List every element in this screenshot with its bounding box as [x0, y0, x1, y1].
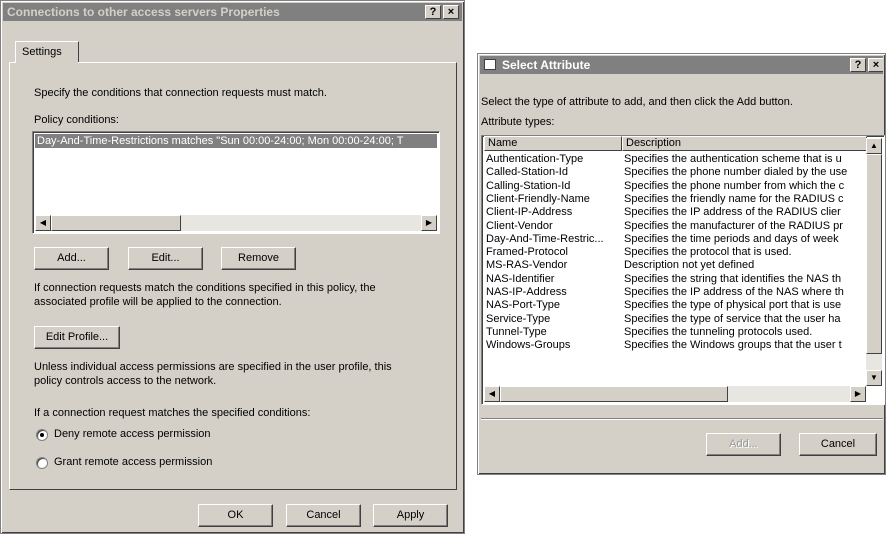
- attribute-hscroll[interactable]: ◀ ▶: [484, 386, 866, 402]
- separator: [481, 418, 883, 420]
- attribute-row[interactable]: Windows-Groups Specifies the Windows grou…: [484, 339, 864, 351]
- cancel-attribute-button[interactable]: Cancel: [799, 433, 877, 456]
- help-button[interactable]: ?: [850, 58, 866, 72]
- attribute-description: Specifies the Windows groups that the us…: [624, 339, 842, 352]
- attribute-description: Specifies the protocol that is used.: [624, 246, 792, 259]
- deny-label[interactable]: Deny remote access permission: [54, 428, 211, 440]
- add-attribute-button[interactable]: Add...: [706, 433, 781, 456]
- attribute-name: Client-Vendor: [486, 219, 553, 232]
- attribute-row[interactable]: NAS-Identifier Specifies the string that …: [484, 273, 864, 285]
- properties-title-bar[interactable]: Connections to other access servers Prop…: [3, 3, 462, 21]
- attribute-row[interactable]: Client-Vendor Specifies the manufacturer …: [484, 220, 864, 232]
- select-intro-text: Select the type of attribute to add, and…: [481, 96, 793, 108]
- attribute-description: Specifies the authentication scheme that…: [624, 153, 842, 165]
- attribute-description: Specifies the manufacturer of the RADIUS…: [624, 219, 843, 232]
- attribute-name: NAS-Port-Type: [486, 299, 560, 312]
- attribute-row[interactable]: NAS-IP-Address Specifies the IP address o…: [484, 286, 864, 298]
- attribute-description: Specifies the type of service that the u…: [624, 312, 841, 325]
- conditions-hscroll[interactable]: ◀ ▶: [35, 215, 437, 231]
- attribute-description: Specifies the friendly name for the RADI…: [624, 192, 844, 205]
- attribute-description: Specifies the IP address of the NAS wher…: [624, 286, 844, 298]
- attribute-description: Specifies the string that identifies the…: [624, 272, 842, 285]
- attribute-description: Specifies the tunneling protocols used.: [624, 325, 813, 338]
- properties-dialog: Connections to other access servers Prop…: [0, 0, 465, 534]
- attribute-description: Specifies the type of physical port that…: [624, 299, 842, 312]
- select-attribute-title: Select Attribute: [502, 58, 591, 72]
- attribute-name: Day-And-Time-Restric...: [486, 232, 604, 245]
- attribute-description: Specifies the time periods and days of w…: [624, 232, 839, 245]
- attribute-row[interactable]: Service-Type Specifies the type of servic…: [484, 313, 864, 325]
- if-match-label: If a connection request matches the spec…: [34, 407, 311, 419]
- attribute-description: Description not yet defined: [624, 259, 755, 272]
- scroll-thumb[interactable]: [51, 215, 181, 231]
- attribute-name: MS-RAS-Vendor: [486, 259, 568, 272]
- attribute-row[interactable]: Authentication-Type Specifies the authent…: [484, 153, 864, 165]
- attribute-vscroll[interactable]: ▲ ▼: [866, 138, 882, 386]
- info-text-2b: policy controls access to the network.: [34, 375, 217, 387]
- attribute-row[interactable]: NAS-Port-Type Specifies the type of physi…: [484, 299, 864, 311]
- attribute-row[interactable]: Client-IP-Address Specifies the IP addres…: [484, 206, 864, 218]
- attribute-row[interactable]: Called-Station-Id Specifies the phone num…: [484, 166, 864, 178]
- scroll-up-icon[interactable]: ▲: [866, 138, 882, 154]
- conditions-list[interactable]: Day-And-Time-Restrictions matches "Sun 0…: [32, 131, 440, 234]
- scroll-down-icon[interactable]: ▼: [866, 370, 882, 386]
- close-button[interactable]: ×: [868, 58, 883, 72]
- attribute-name: Tunnel-Type: [486, 325, 547, 338]
- scroll-left-icon[interactable]: ◀: [484, 386, 500, 402]
- scroll-right-icon[interactable]: ▶: [421, 215, 437, 231]
- attribute-name: NAS-Identifier: [486, 272, 555, 285]
- select-attribute-title-bar[interactable]: Select Attribute ? ×: [480, 56, 883, 74]
- close-button[interactable]: ×: [443, 5, 459, 19]
- attribute-list[interactable]: Name Description Authentication-Type Spec…: [481, 135, 885, 405]
- scroll-right-icon[interactable]: ▶: [850, 386, 866, 402]
- apply-button[interactable]: Apply: [373, 504, 448, 527]
- attribute-row[interactable]: Day-And-Time-Restric... Specifies the tim…: [484, 233, 864, 245]
- attribute-name: Windows-Groups: [486, 339, 571, 352]
- scroll-left-icon[interactable]: ◀: [35, 215, 51, 231]
- select-attribute-dialog: Select Attribute ? × Select the type of …: [477, 53, 886, 475]
- attribute-name: Called-Station-Id: [486, 166, 568, 179]
- condition-text: Day-And-Time-Restrictions matches "Sun 0…: [37, 135, 404, 147]
- attribute-row[interactable]: Client-Friendly-Name Specifies the friend…: [484, 193, 864, 205]
- window-icon: [484, 59, 496, 70]
- attribute-description: Specifies the phone number from which th…: [624, 179, 845, 192]
- attribute-row[interactable]: Calling-Station-Id Specifies the phone nu…: [484, 180, 864, 192]
- tab-settings[interactable]: Settings: [15, 41, 79, 63]
- settings-panel: [9, 62, 457, 490]
- attribute-name: Client-IP-Address: [486, 206, 573, 219]
- properties-title: Connections to other access servers Prop…: [7, 5, 280, 19]
- help-button[interactable]: ?: [425, 5, 441, 19]
- info-text-1a: If connection requests match the conditi…: [34, 282, 376, 294]
- attribute-row[interactable]: Tunnel-Type Specifies the tunneling proto…: [484, 326, 864, 338]
- attribute-name: Framed-Protocol: [486, 246, 568, 259]
- edit-profile-button[interactable]: Edit Profile...: [34, 326, 120, 349]
- cancel-button[interactable]: Cancel: [286, 504, 361, 527]
- attribute-name: Service-Type: [486, 312, 551, 325]
- column-header-description[interactable]: Description: [622, 136, 867, 151]
- attribute-row[interactable]: Framed-Protocol Specifies the protocol th…: [484, 246, 864, 258]
- edit-button[interactable]: Edit...: [128, 247, 203, 270]
- attribute-name: Client-Friendly-Name: [486, 192, 590, 205]
- hscroll-thumb[interactable]: [500, 386, 728, 402]
- info-text-1b: associated profile will be applied to th…: [34, 296, 282, 308]
- attribute-row[interactable]: MS-RAS-Vendor Description not yet defined: [484, 259, 864, 271]
- intro-text: Specify the conditions that connection r…: [34, 87, 327, 99]
- info-text-2a: Unless individual access permissions are…: [34, 361, 392, 373]
- attribute-types-label: Attribute types:: [481, 116, 555, 128]
- vscroll-thumb[interactable]: [866, 154, 882, 354]
- grant-radio[interactable]: [36, 457, 48, 469]
- add-button[interactable]: Add...: [34, 247, 109, 270]
- deny-radio[interactable]: [36, 429, 48, 441]
- ok-button[interactable]: OK: [198, 504, 273, 527]
- attribute-name: Calling-Station-Id: [486, 179, 571, 192]
- attribute-description: Specifies the phone number dialed by the…: [624, 166, 848, 179]
- column-header-name[interactable]: Name: [484, 136, 622, 151]
- remove-button[interactable]: Remove: [221, 247, 296, 270]
- condition-item[interactable]: Day-And-Time-Restrictions matches "Sun 0…: [35, 134, 437, 148]
- attribute-name: Authentication-Type: [486, 153, 584, 165]
- policy-conditions-label: Policy conditions:: [34, 114, 119, 126]
- attribute-name: NAS-IP-Address: [486, 286, 567, 298]
- attribute-description: Specifies the IP address of the RADIUS c…: [624, 206, 841, 219]
- grant-label[interactable]: Grant remote access permission: [54, 456, 212, 468]
